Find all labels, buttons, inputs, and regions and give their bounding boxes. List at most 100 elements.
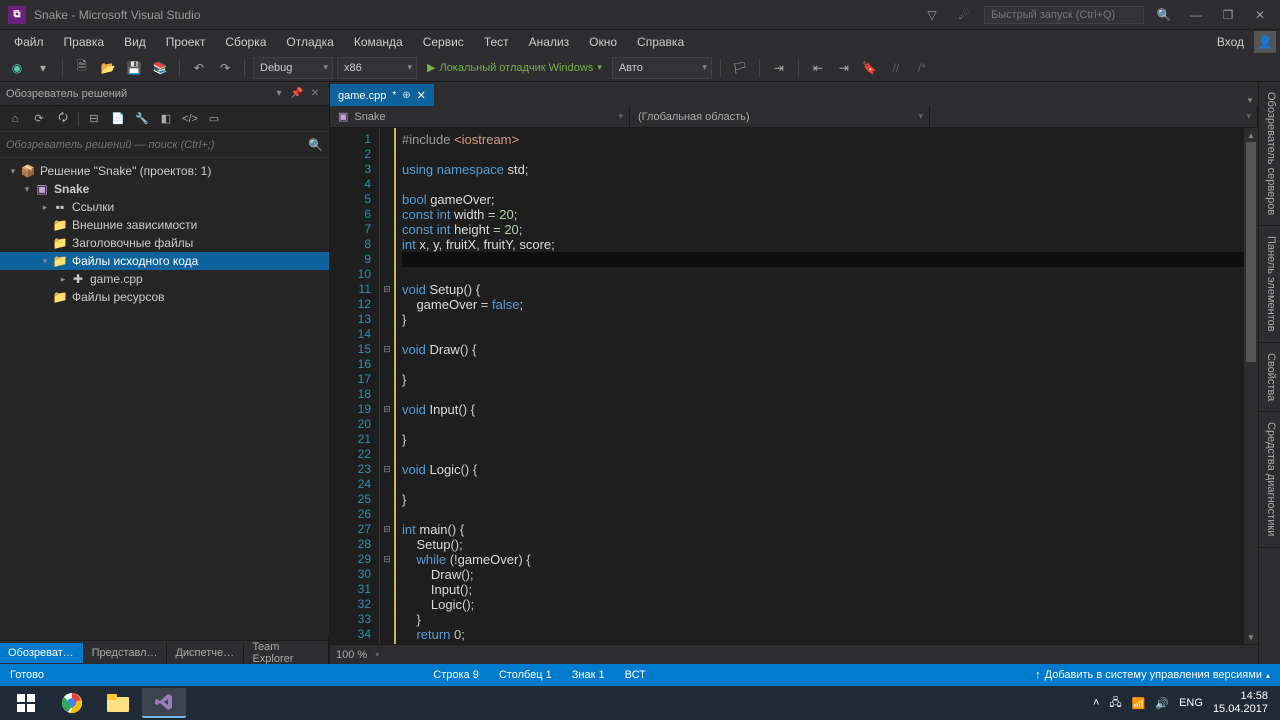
menu-item-справка[interactable]: Справка — [627, 31, 694, 53]
save-icon[interactable]: 💾 — [123, 57, 145, 79]
view-icon[interactable]: ▭ — [205, 110, 223, 128]
open-file-icon[interactable]: 📂 — [97, 57, 119, 79]
menu-item-окно[interactable]: Окно — [579, 31, 627, 53]
dock-tab[interactable]: Обозреватель серверов — [1259, 82, 1280, 226]
fold-toggle-icon[interactable]: ⊟ — [380, 552, 394, 567]
filter-icon[interactable]: ▽ — [920, 3, 944, 27]
close-icon[interactable]: ✕ — [307, 86, 323, 102]
add-to-scm-button[interactable]: ↑Добавить в систему управления версиями▴ — [1035, 669, 1270, 681]
fold-toggle-icon[interactable]: ⊟ — [380, 402, 394, 417]
code-editor[interactable]: 1234567891011121314151617181920212223242… — [330, 128, 1258, 644]
external-deps-node[interactable]: 📁Внешние зависимости — [0, 216, 329, 234]
type-scope-select[interactable]: (Глобальная область) — [630, 106, 930, 127]
fold-toggle-icon[interactable]: ⊟ — [380, 522, 394, 537]
taskbar-explorer[interactable] — [96, 688, 140, 718]
flag-icon[interactable]: 🏳 — [729, 57, 751, 79]
dropdown-icon[interactable]: ▾ — [32, 57, 54, 79]
menu-item-анализ[interactable]: Анализ — [519, 31, 580, 53]
home-icon[interactable]: ⌂ — [6, 110, 24, 128]
fold-toggle-icon[interactable]: ⊟ — [380, 342, 394, 357]
close-icon[interactable]: ✕ — [1248, 3, 1272, 27]
scroll-up-icon[interactable]: ▲ — [1244, 128, 1258, 142]
undo-icon[interactable]: ↶ — [188, 57, 210, 79]
save-all-icon[interactable]: 📚 — [149, 57, 171, 79]
fold-toggle-icon[interactable]: ⊟ — [380, 462, 394, 477]
refresh-icon[interactable]: 🗘 — [54, 110, 72, 128]
dock-tab[interactable]: Панель элементов — [1259, 226, 1280, 343]
bookmark-icon[interactable]: 🔖 — [859, 57, 881, 79]
uncomment-icon[interactable]: /* — [911, 57, 933, 79]
code-content[interactable]: #include <iostream>using namespace std;b… — [394, 128, 1244, 644]
vertical-scrollbar[interactable]: ▲ ▼ — [1244, 128, 1258, 644]
menu-item-отладка[interactable]: Отладка — [276, 31, 343, 53]
start-button[interactable] — [4, 688, 48, 718]
scrollbar-thumb[interactable] — [1246, 142, 1256, 362]
taskbar-chrome[interactable] — [50, 688, 94, 718]
tray-clock[interactable]: 14:58 15.04.2017 — [1213, 690, 1268, 716]
project-node[interactable]: ▾▣Snake — [0, 180, 329, 198]
tray-up-icon[interactable]: ˄ — [1093, 697, 1099, 709]
menu-item-вид[interactable]: Вид — [114, 31, 156, 53]
new-file-icon[interactable]: 🗎 — [71, 57, 93, 79]
menu-item-сборка[interactable]: Сборка — [215, 31, 276, 53]
outdent-icon[interactable]: ⇥ — [833, 57, 855, 79]
solution-node[interactable]: ▾📦Решение "Snake" (проектов: 1) — [0, 162, 329, 180]
pin-icon[interactable]: 📌 — [289, 86, 305, 102]
auto-select[interactable]: Авто — [612, 57, 712, 79]
tray-language[interactable]: ENG — [1179, 697, 1203, 709]
user-icon[interactable]: 👤 — [1254, 31, 1276, 53]
tray-network-icon[interactable]: 🖧 — [1109, 694, 1121, 713]
tab-overflow-icon[interactable]: ▾ — [1242, 95, 1258, 106]
sync-icon[interactable]: ⟳ — [30, 110, 48, 128]
tray-wifi-icon[interactable]: 📶 — [1132, 697, 1146, 710]
code-icon[interactable]: </> — [181, 110, 199, 128]
properties-icon[interactable]: 🔧 — [133, 110, 151, 128]
pin-icon[interactable]: ⊕ — [402, 90, 410, 101]
maximize-icon[interactable]: ❐ — [1216, 3, 1240, 27]
search-icon[interactable]: 🔍 — [308, 138, 323, 152]
menu-item-проект[interactable]: Проект — [156, 31, 216, 53]
scroll-down-icon[interactable]: ▼ — [1244, 630, 1258, 644]
member-scope-select[interactable] — [930, 106, 1258, 127]
step-icon[interactable]: ⇥ — [768, 57, 790, 79]
config-select[interactable]: Debug — [253, 57, 333, 79]
notifications-icon[interactable]: ☄ — [952, 3, 976, 27]
menu-item-тест[interactable]: Тест — [474, 31, 519, 53]
preview-icon[interactable]: ◧ — [157, 110, 175, 128]
tray-volume-icon[interactable]: 🔊 — [1155, 697, 1169, 710]
source-folder-node[interactable]: ▾📁Файлы исходного кода — [0, 252, 329, 270]
solution-search-input[interactable] — [6, 139, 308, 151]
show-all-icon[interactable]: 📄 — [109, 110, 127, 128]
zoom-select[interactable]: 100 % — [336, 649, 379, 661]
search-icon[interactable]: 🔍 — [1152, 3, 1176, 27]
platform-select[interactable]: x86 — [337, 57, 417, 79]
menu-item-правка[interactable]: Правка — [54, 31, 115, 53]
file-node-game-cpp[interactable]: ▸✚game.cpp — [0, 270, 329, 288]
menu-item-файл[interactable]: Файл — [4, 31, 54, 53]
sidebar-tab[interactable]: Диспетчер... — [167, 643, 244, 663]
menu-item-сервис[interactable]: Сервис — [413, 31, 474, 53]
redo-icon[interactable]: ↷ — [214, 57, 236, 79]
dock-tab[interactable]: Свойства — [1259, 343, 1280, 412]
back-icon[interactable]: ◉ — [6, 57, 28, 79]
minimize-icon[interactable]: — — [1184, 3, 1208, 27]
quick-launch-input[interactable] — [984, 6, 1144, 24]
resources-node[interactable]: 📁Файлы ресурсов — [0, 288, 329, 306]
taskbar-visual-studio[interactable] — [142, 688, 186, 718]
menu-item-команда[interactable]: Команда — [344, 31, 413, 53]
sidebar-tab[interactable]: Team Explorer — [244, 637, 329, 665]
run-button[interactable]: ▶ Локальный отладчик Windows ▾ — [421, 59, 608, 76]
fold-toggle-icon[interactable]: ⊟ — [380, 282, 394, 297]
comment-icon[interactable]: // — [885, 57, 907, 79]
sidebar-tab[interactable]: Представле... — [84, 643, 168, 663]
editor-tab-game-cpp[interactable]: game.cpp* ⊕ ✕ — [330, 84, 434, 106]
login-button[interactable]: Вход — [1207, 31, 1254, 53]
indent-icon[interactable]: ⇤ — [807, 57, 829, 79]
collapse-icon[interactable]: ⊟ — [85, 110, 103, 128]
headers-node[interactable]: 📁Заголовочные файлы — [0, 234, 329, 252]
dock-tab[interactable]: Средства диагностики — [1259, 412, 1280, 547]
project-scope-select[interactable]: ▣Snake — [330, 106, 630, 127]
references-node[interactable]: ▸▪▪Ссылки — [0, 198, 329, 216]
close-tab-icon[interactable]: ✕ — [417, 89, 426, 102]
dropdown-icon[interactable]: ▾ — [271, 86, 287, 102]
